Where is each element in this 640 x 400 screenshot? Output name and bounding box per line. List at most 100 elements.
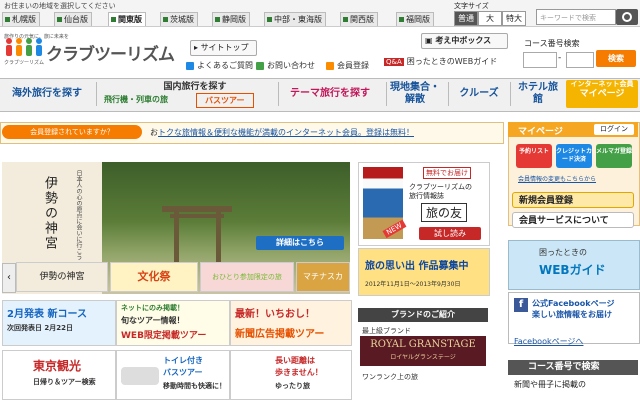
- magazine-title: 旅の友: [421, 203, 468, 222]
- course-number-input-1[interactable]: [523, 52, 557, 68]
- nav-domestic-title[interactable]: 国内旅行を探す: [120, 79, 270, 92]
- free-delivery-label: 無料でお届け: [423, 167, 471, 179]
- considering-box-button[interactable]: ▣ 考え中ボックス: [421, 33, 508, 49]
- facebook-subtitle: 楽しい旅情報をお届け: [532, 310, 612, 319]
- nav-hotel[interactable]: ホテル旅館: [514, 78, 562, 106]
- font-size-large-button[interactable]: 大: [478, 11, 502, 26]
- magazine-ad[interactable]: NEW 無料でお届け クラブツーリズムの 旅行情報誌 旅の友 試し読み: [358, 162, 490, 246]
- credit-card-button[interactable]: クレジットカード決済: [556, 144, 592, 168]
- region-tab-sapporo[interactable]: 札幌版: [2, 12, 40, 26]
- torii-gate-icon: [162, 206, 232, 212]
- facebook-icon: f: [514, 298, 528, 312]
- member-service-button[interactable]: 会員サービスについて: [512, 212, 634, 228]
- banner-tokyo-sightseeing[interactable]: 東京観光 日帰り＆ツアー検索: [2, 350, 116, 400]
- banner-new-courses[interactable]: 2月発表 新コース 次回発表日 2月22日: [2, 300, 116, 346]
- box-icon: ▣: [425, 36, 436, 45]
- course-dash: -: [558, 53, 562, 63]
- torii-pillar: [216, 212, 221, 264]
- facebook-page-link[interactable]: Facebookページへ: [514, 336, 583, 347]
- magazine-desc: クラブツーリズムの 旅行情報誌: [409, 183, 472, 200]
- region-tab-ibaraki[interactable]: 茨城版: [160, 12, 198, 26]
- nav-divider: [386, 82, 387, 106]
- tab-marker-icon: [343, 17, 348, 22]
- font-size-xlarge-button[interactable]: 特大: [502, 11, 526, 26]
- search-icon[interactable]: [616, 9, 638, 25]
- member-banner-pill: 会員登録されていますか？: [2, 125, 142, 139]
- web-guide-banner[interactable]: 困ったときの WEBガイド: [508, 240, 640, 290]
- bus-icon: [121, 367, 159, 385]
- web-guide-link[interactable]: Q&A 困ったときのWEBガイド: [384, 56, 497, 67]
- banner-web-only[interactable]: ネットにのみ掲載！ 旬なツアー情報！ WEB限定掲載ツアー: [116, 300, 230, 346]
- mail-magazine-button[interactable]: メルマガ登録: [596, 144, 632, 168]
- region-tab-shizuoka[interactable]: 静岡版: [212, 12, 250, 26]
- keyword-search-input[interactable]: キーワードで検索: [536, 9, 616, 25]
- thumb-solo-trip[interactable]: おひとり参加限定の旅: [200, 262, 294, 292]
- new-member-register-button[interactable]: 新規会員登録: [512, 192, 634, 208]
- contact-link[interactable]: お問い合わせ: [256, 60, 315, 71]
- tab-marker-icon: [215, 17, 220, 22]
- thumb-ise[interactable]: 伊勢の神宮: [16, 262, 108, 292]
- banner-toilet-bus[interactable]: トイレ付き バスツアー 移動時間も快適に！: [116, 350, 230, 400]
- hero-title: 伊勢の神宮: [42, 176, 57, 251]
- thumb-nazca[interactable]: マチナスカ: [296, 262, 350, 292]
- font-size-normal-button[interactable]: 普通: [454, 11, 478, 26]
- hero-caption: 日本人の心の原点に会いに行こう: [75, 170, 82, 260]
- member-icon: [326, 61, 334, 70]
- region-tab-sendai[interactable]: 仙台版: [54, 12, 92, 26]
- mypage-title: マイページ: [518, 127, 563, 137]
- nav-divider: [96, 82, 97, 106]
- nav-cruise[interactable]: クルーズ: [452, 78, 506, 110]
- course-search-description: 新聞や冊子に掲載の: [514, 380, 586, 389]
- nav-mypage-button[interactable]: インターネット会員 マイページ: [566, 80, 638, 108]
- nav-domestic-plane-train[interactable]: 飛行機・列車の旅: [104, 93, 168, 106]
- course-number-search-header: コース番号で検索: [508, 360, 638, 375]
- member-banner-text[interactable]: おトクな旅情報＆便利な機能が満載のインターネット会員。登録は無料！: [150, 127, 414, 138]
- qa-badge: Q&A: [384, 58, 404, 66]
- course-search-button[interactable]: 検索: [596, 50, 636, 67]
- region-tab-kansai[interactable]: 関西版: [340, 12, 378, 26]
- thumb-bunkasai[interactable]: 文化祭: [110, 262, 198, 292]
- course-number-input-2[interactable]: [566, 52, 594, 68]
- tab-marker-icon: [57, 17, 62, 22]
- nav-theme[interactable]: テーマ旅行を探す: [282, 78, 378, 110]
- font-size-label: 文字サイズ: [454, 2, 489, 10]
- memories-contest-banner[interactable]: 旅の思い出 作品募集中 2012年11月1日～2013年9月30日: [358, 248, 490, 296]
- thumb-prev-arrow-icon[interactable]: ‹: [2, 263, 16, 293]
- login-button[interactable]: ログイン: [594, 124, 634, 135]
- tab-marker-icon: [5, 17, 10, 22]
- hero-detail-button[interactable]: 詳細はこちら: [256, 236, 344, 250]
- tab-marker-icon: [267, 17, 272, 22]
- region-tab-fukuoka[interactable]: 福岡版: [396, 12, 434, 26]
- reservation-list-button[interactable]: 予約リスト: [516, 144, 552, 168]
- try-reading-button[interactable]: 試し読み: [419, 227, 481, 240]
- mail-icon: [256, 61, 264, 70]
- nav-local-meetup[interactable]: 現地集合・解散: [390, 78, 440, 106]
- torii-pillar: [174, 212, 179, 264]
- banner-newspaper-ad[interactable]: 最新！いちおし！ 新聞広告掲載ツアー: [230, 300, 352, 346]
- tab-marker-icon: [399, 17, 404, 22]
- member-register-link[interactable]: 会員登録: [326, 60, 369, 71]
- logo-people-icon: [6, 38, 42, 56]
- course-search-label: コース番号検索: [524, 39, 580, 48]
- brand-section-header: ブランドのご紹介: [358, 308, 488, 322]
- region-tab-kanto[interactable]: 関東版: [108, 12, 146, 26]
- faq-link[interactable]: よくあるご質問: [186, 60, 253, 71]
- nav-overseas[interactable]: 海外旅行を探す: [4, 78, 90, 110]
- nav-divider: [510, 82, 511, 106]
- brand-label-second: ワンランク上の旅: [362, 373, 418, 381]
- tab-marker-icon: [163, 17, 168, 22]
- brand-label-top: 最上級ブランド: [362, 327, 411, 335]
- banner-easy-walk[interactable]: 長い距離は 歩きません！ ゆったり旅: [230, 350, 352, 400]
- faq-icon: [186, 61, 194, 70]
- royal-granstage-banner[interactable]: ROYAL GRANSTAGE ロイヤルグランステージ: [360, 336, 486, 366]
- member-info-change-link[interactable]: 会員情報の変更もこちらから: [518, 174, 596, 183]
- site-top-button[interactable]: ▸ サイトトップ: [190, 40, 257, 56]
- nav-divider: [448, 82, 449, 106]
- site-logo[interactable]: クラブツーリズム: [46, 40, 175, 65]
- tab-marker-icon: [111, 17, 116, 22]
- region-tab-chubu[interactable]: 中部・東海版: [264, 12, 326, 26]
- nav-domestic-bus-tour[interactable]: バスツアー: [196, 93, 254, 108]
- nav-divider: [278, 82, 279, 106]
- logo-subtext: クラブツーリズム: [4, 60, 45, 66]
- region-notice: お住まいの地域を選択してください: [4, 2, 116, 10]
